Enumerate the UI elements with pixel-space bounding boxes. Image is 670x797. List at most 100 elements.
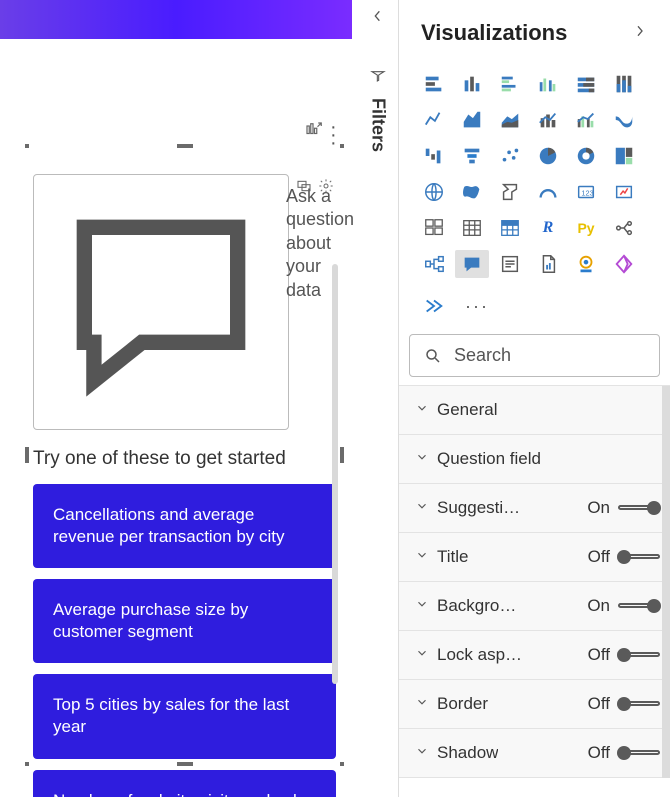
format-section[interactable]: ShadowOff <box>399 729 670 778</box>
format-section-label: Question field <box>437 449 541 469</box>
suggestion-item[interactable]: Average purchase size by customer segmen… <box>33 579 336 663</box>
chevron-down-icon <box>415 695 429 714</box>
viz-area[interactable] <box>455 106 489 134</box>
collapse-filters-icon[interactable] <box>370 8 386 29</box>
qna-body: Ask a question about your data Try one o… <box>33 174 336 758</box>
chat-icon <box>46 189 276 419</box>
suggestion-item[interactable]: Top 5 cities by sales for the last year <box>33 674 336 758</box>
resize-handle[interactable] <box>340 144 344 148</box>
resize-handle[interactable] <box>177 144 193 148</box>
viz-arcgis[interactable] <box>569 250 603 278</box>
toggle-state-label: On <box>582 498 610 518</box>
format-section-label: Shadow <box>437 743 498 763</box>
viz-clustered-bar[interactable] <box>493 70 527 98</box>
format-section[interactable]: BorderOff <box>399 680 670 729</box>
viz-power-automate[interactable] <box>417 292 451 320</box>
suggestion-scrollbar[interactable] <box>332 264 338 684</box>
format-section[interactable]: TitleOff <box>399 533 670 582</box>
viz-narrative[interactable] <box>493 250 527 278</box>
toggle-switch[interactable] <box>618 550 660 564</box>
format-search-input[interactable]: Search <box>409 334 660 377</box>
viz-stacked-bar[interactable] <box>417 70 451 98</box>
viz-table[interactable] <box>455 214 489 242</box>
qna-question-input[interactable]: Ask a question about your data <box>33 174 289 430</box>
toggle-switch[interactable] <box>618 746 660 760</box>
resize-handle[interactable] <box>340 447 344 463</box>
convert-visual-icon[interactable] <box>296 178 312 199</box>
filters-pane-collapsed: Filters <box>358 0 398 797</box>
viz-ribbon[interactable] <box>607 106 641 134</box>
qna-placeholder: Ask a question about your data <box>286 185 354 302</box>
resize-handle[interactable] <box>25 447 29 463</box>
visualization-gallery: 123RPy <box>399 68 670 292</box>
viz-matrix[interactable] <box>493 214 527 242</box>
visualizations-pane: Visualizations 123RPy ··· Search General… <box>398 0 670 797</box>
report-canvas[interactable]: · · · <box>0 0 358 797</box>
resize-handle[interactable] <box>340 762 344 766</box>
viz-line-clustered-column[interactable] <box>569 106 603 134</box>
viz-shape-map[interactable] <box>493 178 527 206</box>
viz-paginated[interactable] <box>531 250 565 278</box>
viz-py-visual[interactable]: Py <box>569 214 603 242</box>
viz-stacked-area[interactable] <box>493 106 527 134</box>
suggestion-list: Cancellations and average revenue per tr… <box>33 484 336 797</box>
viz-kpi[interactable] <box>607 178 641 206</box>
visualizations-header: Visualizations <box>399 0 670 68</box>
viz-scatter[interactable] <box>493 142 527 170</box>
viz-100-stacked-column[interactable] <box>607 70 641 98</box>
chevron-down-icon <box>415 401 429 420</box>
toggle-state-label: On <box>582 596 610 616</box>
search-icon <box>424 347 442 365</box>
toggle-switch[interactable] <box>618 648 660 662</box>
viz-100-stacked-bar[interactable] <box>569 70 603 98</box>
filters-funnel-icon[interactable] <box>370 69 386 90</box>
toggle-state-label: Off <box>582 547 610 567</box>
more-options-icon[interactable]: · · · <box>330 123 348 141</box>
resize-handle[interactable] <box>25 144 29 148</box>
chevron-down-icon <box>415 450 429 469</box>
visual-header-controls: · · · <box>304 120 348 143</box>
toggle-switch[interactable] <box>618 501 660 515</box>
viz-qna[interactable] <box>455 250 489 278</box>
viz-clustered-column[interactable] <box>531 70 565 98</box>
viz-card[interactable]: 123 <box>569 178 603 206</box>
suggestion-item[interactable]: Cancellations and average revenue per tr… <box>33 484 336 568</box>
viz-gauge[interactable] <box>531 178 565 206</box>
more-visuals-icon[interactable]: ··· <box>465 296 489 317</box>
viz-r-visual[interactable]: R <box>531 214 565 242</box>
viz-filled-map[interactable] <box>455 178 489 206</box>
viz-line-stacked-column[interactable] <box>531 106 565 134</box>
format-section-label: General <box>437 400 497 420</box>
format-section[interactable]: General <box>399 386 670 435</box>
viz-waterfall[interactable] <box>417 142 451 170</box>
format-section[interactable]: Question field <box>399 435 670 484</box>
format-section[interactable]: Lock asp…Off <box>399 631 670 680</box>
viz-decomposition-tree[interactable] <box>417 250 451 278</box>
viz-funnel[interactable] <box>455 142 489 170</box>
viz-donut[interactable] <box>569 142 603 170</box>
format-scrollbar[interactable] <box>662 386 670 778</box>
viz-key-influencers[interactable] <box>607 214 641 242</box>
toggle-switch[interactable] <box>618 697 660 711</box>
viz-powerapps[interactable] <box>607 250 641 278</box>
viz-pie[interactable] <box>531 142 565 170</box>
format-section[interactable]: Backgro…On <box>399 582 670 631</box>
viz-stacked-column[interactable] <box>455 70 489 98</box>
viz-map[interactable] <box>417 178 451 206</box>
toggle-switch[interactable] <box>618 599 660 613</box>
focus-mode-icon[interactable] <box>304 120 322 143</box>
visualization-overflow: ··· <box>399 292 670 334</box>
filters-label: Filters <box>368 98 389 152</box>
expand-pane-icon[interactable] <box>632 23 648 44</box>
format-search-placeholder: Search <box>454 345 511 366</box>
format-section[interactable]: Suggesti…On <box>399 484 670 533</box>
chevron-down-icon <box>415 597 429 616</box>
resize-handle[interactable] <box>25 762 29 766</box>
qna-visual[interactable]: Ask a question about your data Try one o… <box>27 146 342 764</box>
gear-icon[interactable] <box>318 178 334 199</box>
suggestion-item[interactable]: Number of website visits and sales amoun… <box>33 770 336 797</box>
viz-multi-card[interactable] <box>417 214 451 242</box>
viz-treemap[interactable] <box>607 142 641 170</box>
viz-line[interactable] <box>417 106 451 134</box>
chevron-down-icon <box>415 646 429 665</box>
